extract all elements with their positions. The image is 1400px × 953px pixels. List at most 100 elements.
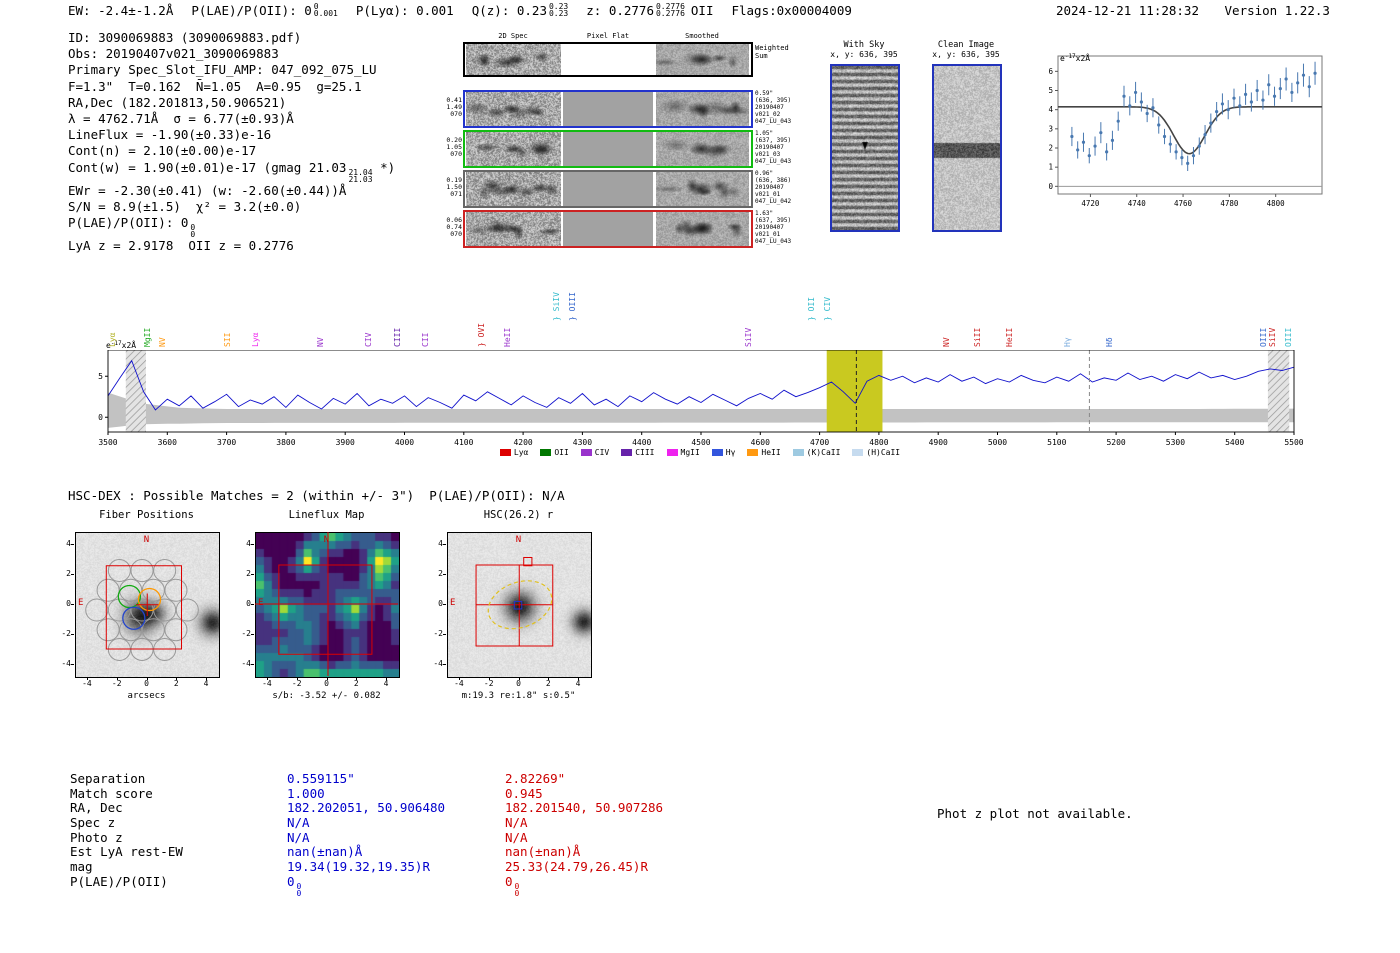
cutout-title: HSC(26.2) r (483, 509, 554, 521)
y-tick-label: 4 (66, 539, 71, 548)
data-point (1203, 132, 1207, 137)
x-tick-label: 4760 (1174, 199, 1193, 208)
spec2d-panel: 2D Spec Pixel Flat Smoothed Weighted Sum 0.41… (445, 30, 805, 262)
fiber-circle (164, 578, 188, 602)
x-tick-label: 5200 (1106, 438, 1125, 447)
spec2d-row-weights: 0.06 0.74 070 (446, 216, 462, 239)
y-tick-label: 0 (246, 599, 251, 608)
spec2d-col-header: Smoothed (685, 32, 719, 40)
match-row-label: Spec z (70, 815, 116, 831)
fiber-circle (96, 618, 120, 642)
match-row: Separation 0.559115" 2.82269" (70, 771, 663, 787)
emission-line-label: Hδ (1104, 337, 1114, 347)
plae-poii-value: P(LAE)/P(OII): 0 0 0.001 (191, 2, 338, 19)
data-point (1076, 148, 1080, 152)
legend-item: Lyα (499, 448, 528, 457)
clean-image (932, 64, 1002, 232)
with-sky-image (830, 64, 900, 232)
y-tick-label: -4 (241, 659, 251, 668)
east-label: E (78, 598, 84, 608)
north-label: N (323, 535, 330, 545)
data-point (1145, 111, 1149, 116)
match-col1-value: 1.000 (287, 785, 325, 801)
data-point (1087, 154, 1091, 158)
match-row: Match score 1.000 0.945 (70, 785, 663, 802)
x-tick-label: -2 (111, 679, 122, 688)
x-tick-label: 4600 (751, 438, 770, 447)
pixel-flat-image (563, 172, 653, 206)
y-tick-label: -4 (433, 659, 443, 668)
qz-value: Q(z): 0.23 0.23 0.23 (471, 2, 569, 19)
pixel-flat-image (563, 212, 653, 246)
y-tick-label: 5 (1048, 86, 1053, 95)
spectrum-svg: 3500 3600 3700 3800 3900 4000 4100 4200 4300 4400… (98, 350, 1304, 447)
data-point (1249, 100, 1253, 104)
y-tick-label: 2 (66, 569, 71, 578)
fiber-circle (153, 598, 177, 622)
spectrum-line (107, 359, 1295, 411)
y-tick-label: 1 (1048, 163, 1053, 172)
emission-line-label: CII (421, 332, 431, 347)
info-line: LineFlux = -1.90(±0.33)e-16 (68, 127, 272, 143)
weighted-sum-label: Weighted Sum (755, 44, 789, 60)
cutouts-row: Fiber Positions N E -4 -4 -2 -2 0 0 2 2 4 4 arcsecs Li… (0, 505, 720, 720)
data-point (1122, 94, 1126, 98)
x-tick-label: 4300 (573, 438, 592, 447)
emission-line-label: } OIII (568, 292, 578, 321)
photz-note: Phot z plot not available. (937, 806, 1133, 821)
fiber-circle (96, 578, 120, 602)
match-col1-value: 0.559115" (287, 771, 355, 786)
legend-item: HeII (747, 448, 781, 457)
fiber-circle (141, 618, 165, 642)
y-tick-label: 2 (1048, 144, 1053, 153)
data-point (1191, 154, 1196, 158)
emission-line-label: CIII (392, 327, 402, 347)
emission-line-label: } CIV (823, 296, 833, 321)
match-table: Separation 0.559115" 2.82269" Match score 1.… (70, 771, 663, 897)
fiber-circle (107, 558, 131, 583)
info-line: Primary Spec_Slot_IFU_AMP: 047_092_075_L… (68, 62, 377, 78)
data-point (1272, 94, 1277, 98)
info-line: Cont(w) = 1.90(±0.01)e-17 (gmag 21.03 21.… (68, 159, 396, 184)
match-row-label: Match score (70, 785, 153, 801)
with-sky-header: With Sky x, y: 636, 395 (828, 40, 900, 59)
legend-item: CIV (580, 448, 609, 457)
fit-plot-svg: 4720 4740 4760 4780 4800 0 1 2 3 4 5 6 (1048, 55, 1323, 208)
spec2d-row-weights: 0.41 1.49 070 (446, 96, 462, 119)
smoothed-image (656, 92, 749, 126)
x-tick-label: 4700 (810, 438, 829, 447)
header-meta: 2024-12-21 11:28:32 Version 1.22.3 (1056, 3, 1330, 19)
selected-line-region (826, 350, 883, 432)
y-tick-label: 0 (1048, 182, 1053, 191)
fiber-circle (130, 559, 154, 583)
match-row: mag 19.34(19.32,19.35)R 25.33(24.79,26.45)… (70, 859, 663, 875)
match-col2-value: N/A (505, 815, 528, 831)
data-point (1168, 142, 1172, 146)
info-line: ID: 3090069883 (3090069883.pdf) (68, 30, 302, 45)
emission-line-label: Lyα (108, 332, 118, 347)
legend-swatch (540, 449, 552, 456)
z-value: z: 0.2776 0.2776 0.2776 (586, 2, 685, 19)
emission-line-label: Hγ (1063, 337, 1072, 347)
x-tick-label: 3700 (217, 438, 236, 447)
match-col2-value: 25.33(24.79,26.45)R (505, 859, 648, 875)
emission-line-label: OIII (1283, 327, 1293, 347)
match-col2-value: 0.945 (505, 785, 543, 801)
emission-line-label: } SiIV (551, 292, 561, 321)
emission-line-label: NV (942, 337, 951, 347)
cutout-title: Fiber Positions (99, 509, 194, 521)
spec2d-image (466, 132, 561, 166)
data-point (1093, 144, 1097, 148)
data-point (1081, 140, 1086, 144)
data-point (1313, 71, 1317, 75)
fiber-circle (164, 618, 188, 642)
emission-line-label: OIII (1258, 327, 1268, 347)
scale-label: e-17x2Å (1060, 53, 1091, 63)
fiber-circle (153, 558, 177, 583)
report-version: Version 1.22.3 (1224, 3, 1330, 18)
x-tick-label: 2 (545, 679, 551, 688)
match-row: Spec z N/A N/A (70, 815, 663, 831)
emission-line-label: MgII (142, 327, 152, 347)
x-tick-label: 3600 (158, 438, 177, 447)
x-tick-label: 4200 (513, 438, 532, 447)
